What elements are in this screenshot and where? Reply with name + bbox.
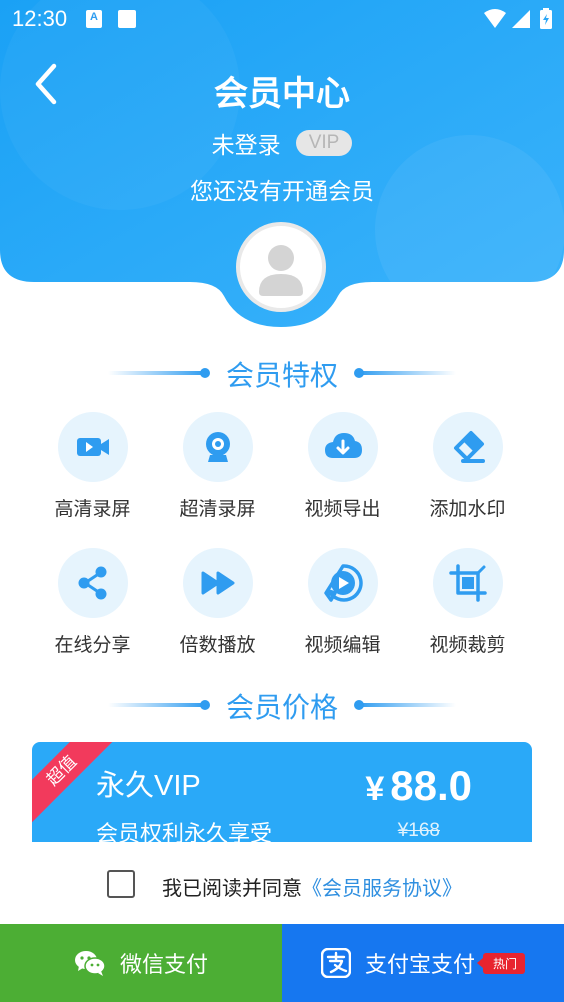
status-bar: 12:30 A [0,0,564,38]
privilege-item-online-share[interactable]: 在线分享 [30,548,155,657]
wechat-pay-button[interactable]: 微信支付 [0,924,282,1002]
pricing-title-text: 会员价格 [225,691,338,724]
privilege-icon-bg [307,412,378,482]
privilege-item-speed-playback[interactable]: 倍数播放 [155,548,280,657]
cloud-download-icon [324,433,362,458]
agreement-label: 我已阅读并同意 [162,876,302,900]
privilege-label: 视频导出 [304,498,381,520]
plan-card-lifetime-vip[interactable]: 超值 永久VIP 会员权利永久享受 ¥88.0 ¥168 [32,742,532,842]
vip-badge: VIP [295,130,353,156]
agreement-row: 我已阅读并同意《会员服务协议》 [0,842,564,924]
notification-square-icon [118,10,136,28]
privilege-label: 视频裁剪 [429,634,506,656]
agreement-checkbox[interactable] [107,870,135,898]
signal-icon [512,10,530,28]
plan-price: ¥88.0 [365,762,472,810]
privilege-item-add-watermark[interactable]: 添加水印 [405,412,530,521]
title-decoration-right [354,700,456,710]
privilege-icon-bg [182,412,253,482]
currency-symbol: ¥ [365,770,385,808]
privilege-item-video-crop[interactable]: 视频裁剪 [405,548,530,657]
member-status: 您还没有开通会员 [190,179,374,205]
alipay-button[interactable]: 支付宝支付 热门 [282,924,564,1002]
privilege-icon-bg [432,412,503,482]
login-status[interactable]: 未登录 [212,133,281,159]
privilege-icon-bg [432,548,503,618]
title-decoration-left [108,700,210,710]
original-price: ¥168 [397,820,440,841]
video-camera-icon [76,438,109,456]
service-agreement-link[interactable]: 《会员服务协议》 [302,876,462,900]
wifi-icon [484,9,506,28]
wechat-icon [74,951,106,976]
privilege-icon-bg [307,548,378,618]
privilege-icon-bg [182,548,253,618]
privilege-label: 在线分享 [54,634,131,656]
alipay-label: 支付宝支付 [364,953,475,978]
privileges-title-text: 会员特权 [225,359,338,392]
pricing-section-title: 会员价格 [0,686,564,726]
plan-description: 会员权利永久享受 [96,822,273,842]
crop-icon [448,564,487,602]
title-decoration-right [354,368,456,378]
price-value: 88.0 [390,762,472,809]
status-indicators [482,8,556,30]
privileges-section-title: 会员特权 [0,354,564,394]
alipay-icon [320,948,351,978]
privilege-label: 超清录屏 [179,498,256,520]
avatar[interactable] [236,222,326,312]
webcam-icon [205,432,230,462]
share-icon [78,566,106,600]
login-status-row: 未登录 VIP [0,126,564,160]
page-title: 会员中心 [214,74,350,114]
agreement-text: 我已阅读并同意《会员服务协议》 [162,872,462,901]
user-placeholder-icon [259,245,303,296]
battery-icon [540,8,552,29]
privilege-label: 高清录屏 [54,498,131,520]
privilege-item-video-export[interactable]: 视频导出 [280,412,405,521]
privilege-icon-bg [57,412,128,482]
privilege-label: 添加水印 [429,498,506,520]
privilege-item-video-edit[interactable]: 视频编辑 [280,548,405,657]
app-notification-icon: A [86,10,102,28]
hot-badge: 热门 [476,952,526,974]
fast-forward-icon [201,571,234,595]
privilege-icon-bg [57,548,128,618]
privilege-label: 视频编辑 [304,634,381,656]
eraser-icon [453,431,485,463]
status-time: 12:30 [12,6,68,31]
payment-bar: 微信支付 支付宝支付 热门 [0,924,564,1002]
plan-name: 永久VIP [96,770,201,802]
privilege-item-uhd-record[interactable]: 超清录屏 [155,412,280,521]
wechat-pay-label: 微信支付 [119,953,208,978]
privilege-label: 倍数播放 [179,634,256,656]
title-decoration-left [108,368,210,378]
video-edit-icon [323,564,363,602]
privilege-item-hd-record[interactable]: 高清录屏 [30,412,155,521]
